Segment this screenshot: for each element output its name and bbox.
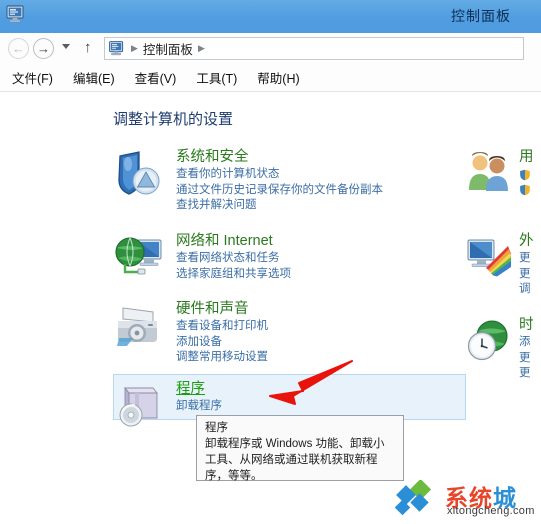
appearance-monitor-icon bbox=[466, 234, 512, 278]
navigation-bar: ← → ↑ ▶ 控制面板 ▶ bbox=[0, 33, 541, 63]
category-link[interactable]: 添 bbox=[519, 335, 541, 351]
shield-icon bbox=[520, 169, 530, 181]
control-panel-window: 控制面板 ← → ↑ ▶ 控制面板 ▶ 文件(F) 编辑(E) 查看(V) 工具… bbox=[0, 0, 541, 524]
tooltip-description: 卸载程序或 Windows 功能、卸载小工具、从网络或通过联机获取新程序，等等。 bbox=[205, 438, 385, 482]
category-link[interactable]: 更 bbox=[519, 366, 541, 382]
printer-icon bbox=[113, 302, 165, 350]
forward-arrow-icon[interactable]: → bbox=[33, 38, 54, 59]
category-link[interactable] bbox=[519, 183, 541, 199]
shield-icon bbox=[113, 150, 165, 198]
title-bar: 控制面板 bbox=[0, 0, 541, 33]
category-link[interactable]: 调 bbox=[519, 282, 541, 298]
user-accounts-icon bbox=[466, 150, 512, 194]
category-title[interactable]: 程序 bbox=[176, 380, 205, 399]
address-control-panel-icon bbox=[109, 41, 126, 56]
control-panel-icon bbox=[6, 5, 27, 24]
category-link[interactable]: 查看设备和打印机 bbox=[176, 319, 466, 335]
menu-item-help[interactable]: 帮助(H) bbox=[257, 68, 299, 87]
category-title[interactable]: 系统和安全 bbox=[176, 148, 249, 167]
diamond-logo-icon bbox=[394, 480, 432, 516]
watermark-domain: xitongcheng.com bbox=[447, 505, 535, 517]
category-title[interactable]: 时 bbox=[519, 317, 534, 333]
breadcrumb-item-control-panel[interactable]: 控制面板 bbox=[143, 39, 193, 58]
category-title[interactable]: 网络和 Internet bbox=[176, 232, 273, 251]
category-link[interactable]: 更 bbox=[519, 351, 541, 367]
menu-item-view[interactable]: 查看(V) bbox=[135, 68, 177, 87]
programs-tooltip: 程序 卸载程序或 Windows 功能、卸载小工具、从网络或通过联机获取新程序，… bbox=[196, 415, 404, 482]
breadcrumb-separator-2[interactable]: ▶ bbox=[198, 43, 205, 54]
network-globe-icon bbox=[113, 234, 165, 282]
category-link[interactable] bbox=[519, 167, 541, 183]
category-title[interactable]: 硬件和声音 bbox=[176, 300, 249, 319]
category-link[interactable]: 通过文件历史记录保存你的文件备份副本 bbox=[176, 183, 466, 199]
category-link[interactable]: 调整常用移动设置 bbox=[176, 350, 466, 366]
shield-icon bbox=[520, 184, 530, 196]
back-arrow-icon[interactable]: ← bbox=[8, 38, 29, 59]
category-link[interactable]: 选择家庭组和共享选项 bbox=[176, 267, 466, 283]
category-link[interactable]: 更 bbox=[519, 267, 541, 283]
window-title: 控制面板 bbox=[451, 8, 511, 24]
category-link[interactable]: 查看你的计算机状态 bbox=[176, 167, 466, 183]
clock-globe-icon bbox=[466, 318, 512, 362]
category-link[interactable]: 添加设备 bbox=[176, 335, 466, 351]
breadcrumb-separator-1: ▶ bbox=[131, 43, 138, 53]
menu-item-edit[interactable]: 编辑(E) bbox=[73, 68, 115, 87]
menu-item-file[interactable]: 文件(F) bbox=[12, 68, 53, 87]
category-title[interactable]: 外 bbox=[519, 233, 534, 249]
tooltip-title: 程序 bbox=[205, 422, 228, 434]
category-link[interactable]: 更 bbox=[519, 251, 541, 267]
category-link[interactable]: 卸载程序 bbox=[176, 399, 466, 415]
menu-item-tools[interactable]: 工具(T) bbox=[196, 68, 237, 87]
programs-box-icon bbox=[113, 382, 165, 430]
address-bar[interactable]: ▶ 控制面板 ▶ bbox=[104, 37, 524, 60]
category-title[interactable]: 用 bbox=[519, 149, 534, 165]
content-area: 调整计算机的设置 系统和安全 查看你的计算机状态 通过文件历史记录保存你的文件备… bbox=[0, 92, 541, 524]
page-title: 调整计算机的设置 bbox=[113, 111, 234, 128]
up-arrow-icon[interactable]: ↑ bbox=[84, 40, 92, 56]
category-link[interactable]: 查看网络状态和任务 bbox=[176, 251, 466, 267]
site-watermark: 系统城 xitongcheng.com bbox=[393, 478, 541, 522]
chevron-down-icon[interactable] bbox=[62, 44, 70, 49]
menu-bar: 文件(F) 编辑(E) 查看(V) 工具(T) 帮助(H) bbox=[0, 63, 541, 91]
category-link[interactable]: 查找并解决问题 bbox=[176, 198, 466, 214]
